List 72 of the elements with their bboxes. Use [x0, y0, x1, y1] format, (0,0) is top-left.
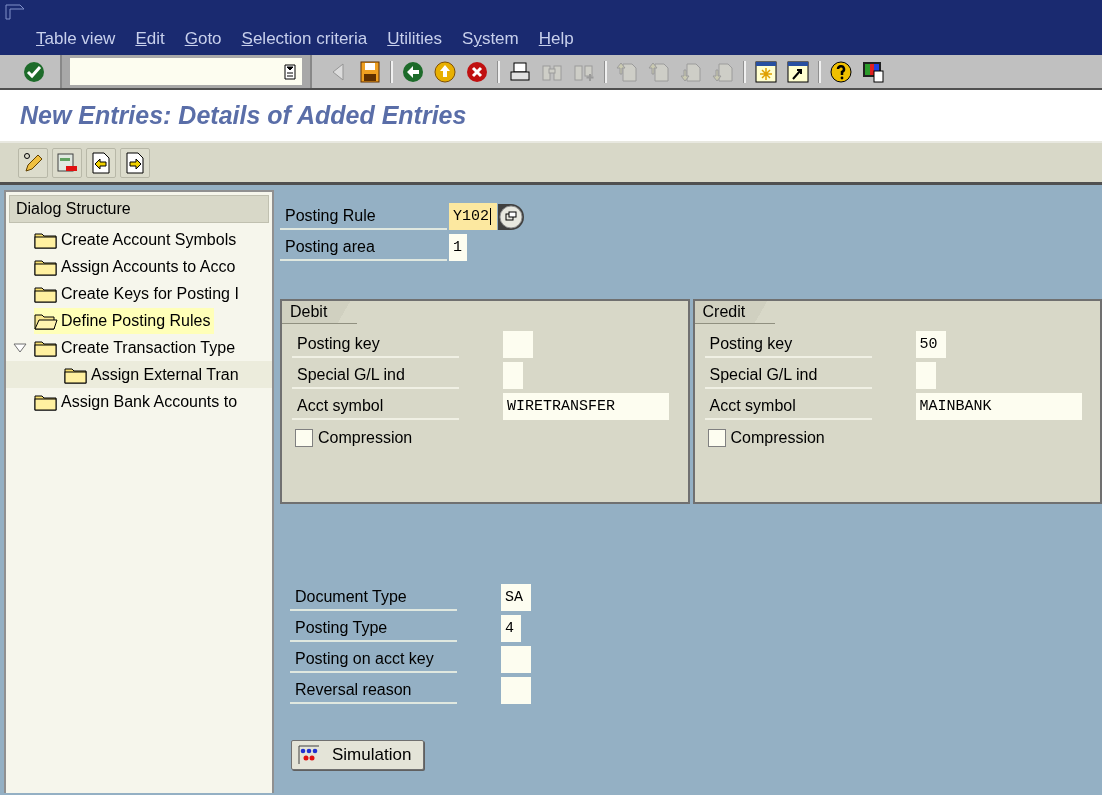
field-label: Acct symbol [292, 393, 459, 420]
simulation-button[interactable]: Simulation [291, 740, 425, 770]
tree-item[interactable]: Create Keys for Posting I [34, 280, 243, 307]
folder-icon [34, 338, 58, 357]
command-field[interactable] [70, 58, 302, 85]
field-label: Document Type [290, 584, 457, 611]
checkbox-label: Compression [730, 428, 825, 447]
field-label: Posting Type [290, 615, 457, 642]
page-left-arrow-icon[interactable] [91, 151, 111, 174]
input-field[interactable] [501, 646, 531, 673]
up-arrow-circle-icon[interactable] [434, 60, 456, 83]
new-window-icon[interactable] [755, 60, 777, 83]
folder-icon [34, 230, 58, 249]
input-field[interactable]: SA [501, 584, 531, 611]
input-field[interactable]: 4 [501, 615, 521, 642]
group-title: Debit [282, 301, 358, 324]
pencil-icon[interactable] [22, 151, 44, 174]
tree-item[interactable]: Define Posting Rules [34, 307, 215, 334]
menu-item[interactable]: Table view [36, 29, 116, 49]
tree-item[interactable]: Create Transaction Type [34, 334, 240, 361]
folder-icon [34, 392, 58, 411]
help-icon[interactable] [830, 60, 852, 83]
checkbox[interactable] [295, 428, 313, 447]
shortcut-window-icon[interactable] [787, 60, 809, 83]
open-folder-icon [34, 311, 58, 330]
checkmark-icon[interactable] [23, 60, 45, 83]
monitor-icon[interactable] [862, 60, 884, 83]
input-field[interactable]: 1 [449, 234, 467, 261]
checkbox[interactable] [707, 428, 726, 447]
dropdown-list-icon[interactable] [284, 63, 296, 80]
tree-item[interactable]: Assign Bank Accounts to [34, 388, 242, 415]
menu-item[interactable]: Edit [135, 29, 165, 49]
menu-item[interactable]: Goto [184, 29, 222, 49]
input-field[interactable] [503, 331, 533, 358]
input-field[interactable] [915, 362, 936, 389]
checkbox-label: Compression [318, 428, 413, 447]
menu-item[interactable]: Help [538, 29, 574, 49]
input-field[interactable] [503, 362, 523, 389]
dots-icon [298, 745, 320, 765]
tree-item[interactable]: Create Account Symbols [34, 226, 241, 253]
tree-header: Dialog Structure [9, 195, 269, 223]
input-field[interactable] [501, 677, 531, 704]
field-label: Posting on acct key [290, 646, 457, 673]
value-help-icon[interactable] [498, 203, 524, 230]
field-label: Posting Rule [280, 203, 447, 230]
folder-icon [64, 365, 88, 384]
field-label: Posting key [704, 331, 872, 358]
cancel-icon[interactable] [466, 60, 488, 83]
menu-item[interactable]: Utilities [387, 29, 443, 49]
input-field[interactable]: WIRETRANSFER [503, 393, 669, 420]
field-label: Special G/L ind [704, 362, 872, 389]
screen-title: New Entries: Details of Added Entries [20, 101, 467, 130]
system-menu-icon[interactable] [5, 4, 25, 20]
folder-icon [34, 257, 58, 276]
input-field[interactable]: 50 [915, 331, 946, 358]
tree-item[interactable]: Assign Accounts to Acco [34, 253, 240, 280]
delete-row-icon[interactable] [56, 151, 78, 174]
printer-icon[interactable] [509, 61, 531, 82]
group-title: Credit [694, 301, 776, 324]
page-right-arrow-icon[interactable] [125, 151, 145, 174]
left-arrow-circle-icon[interactable] [402, 60, 424, 83]
field-label: Reversal reason [290, 677, 457, 704]
folder-icon [34, 284, 58, 303]
menu-item[interactable]: System [462, 29, 519, 49]
expand-triangle-icon[interactable] [13, 342, 27, 353]
input-field[interactable]: Y102 [449, 203, 497, 230]
field-label: Posting key [292, 331, 459, 358]
input-field[interactable]: MAINBANK [915, 393, 1082, 420]
menu-item[interactable]: Selection criteria [241, 29, 368, 49]
field-label: Posting area [280, 234, 447, 261]
field-label: Special G/L ind [292, 362, 459, 389]
field-label: Acct symbol [704, 393, 872, 420]
